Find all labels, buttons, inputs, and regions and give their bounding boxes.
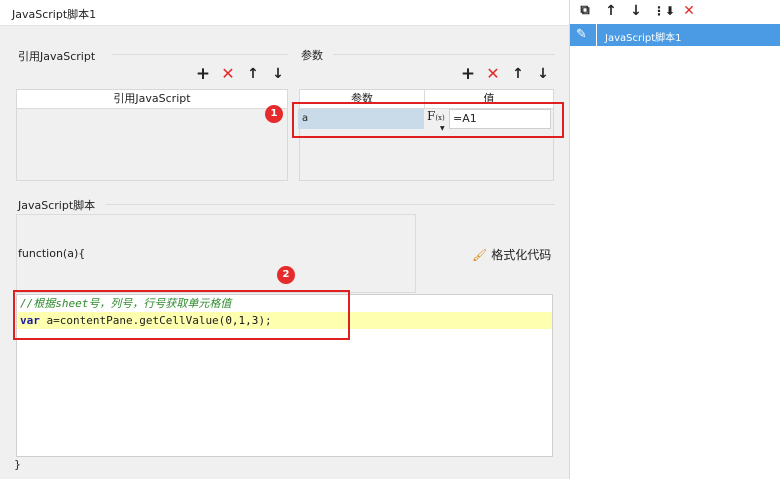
tab-title: JavaScript脚本1: [12, 8, 97, 21]
copy-icon[interactable]: ⧉: [576, 2, 594, 20]
move-to-bottom-icon[interactable]: ⋮⬇: [653, 2, 675, 20]
tab-header: JavaScript脚本1: [0, 0, 569, 26]
list-toolbar: ⧉ ↑ ↓ ⋮⬇ ✕: [570, 0, 780, 22]
pencil-icon: ✎: [576, 27, 587, 42]
list-item-divider: [596, 24, 597, 46]
function-signature: function(a){: [18, 247, 86, 260]
libs-add-icon[interactable]: +: [195, 66, 211, 83]
format-code-button[interactable]: 🖌 格式化代码: [472, 246, 551, 262]
delete-icon[interactable]: ✕: [680, 2, 698, 20]
list-item[interactable]: ✎ JavaScript脚本1: [570, 24, 780, 46]
libs-move-down-icon[interactable]: ↓: [270, 66, 286, 82]
annotation-box-2: [13, 290, 350, 340]
script-section-label: JavaScript脚本: [18, 199, 96, 212]
libs-section-label: 引用JavaScript: [18, 50, 96, 63]
params-section-label: 参数: [301, 49, 323, 62]
annotation-badge-1: 1: [265, 105, 283, 123]
script-list-panel: ⧉ ↑ ↓ ⋮⬇ ✕ ✎ JavaScript脚本1: [569, 0, 780, 479]
libs-column-header: 引用JavaScript: [17, 90, 287, 109]
libs-separator: [112, 54, 288, 55]
function-signature-box: function(a){: [16, 214, 416, 293]
function-closing-brace: }: [14, 458, 21, 471]
javascript-editor-panel: JavaScript脚本1 引用JavaScript + ✕ ↑ ↓ 引用Jav…: [0, 0, 569, 479]
script-separator: [106, 204, 555, 205]
params-add-icon[interactable]: +: [460, 66, 476, 83]
params-separator: [333, 54, 555, 55]
list-item-label: JavaScript脚本1: [605, 33, 682, 44]
libs-table[interactable]: 引用JavaScript: [16, 89, 288, 181]
move-down-icon[interactable]: ↓: [627, 2, 645, 20]
libs-move-up-icon[interactable]: ↑: [245, 66, 261, 82]
libs-remove-icon[interactable]: ✕: [220, 66, 236, 82]
params-move-up-icon[interactable]: ↑: [510, 66, 526, 82]
annotation-badge-2: 2: [277, 266, 295, 284]
params-move-down-icon[interactable]: ↓: [535, 66, 551, 82]
format-code-label: 格式化代码: [491, 248, 552, 262]
brush-icon: 🖌: [472, 248, 488, 262]
params-remove-icon[interactable]: ✕: [485, 66, 501, 82]
move-up-icon[interactable]: ↑: [602, 2, 620, 20]
annotation-box-1: [292, 102, 564, 138]
